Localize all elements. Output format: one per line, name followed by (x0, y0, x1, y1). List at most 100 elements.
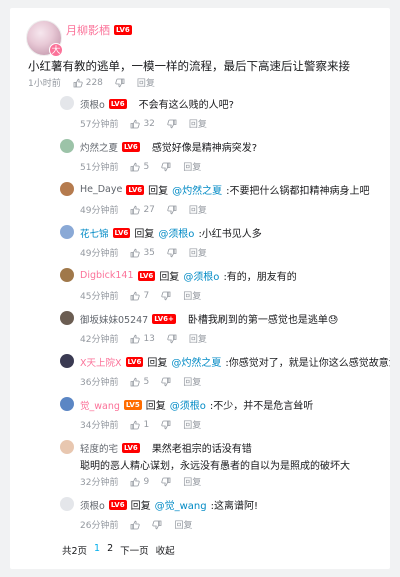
avatar[interactable] (60, 440, 74, 454)
reply-text: :你感觉对了，就是让你这么感觉故意演的 (225, 358, 390, 369)
reply-meta: 49分钟前 35 回复 (80, 246, 207, 260)
like-count: 228 (85, 77, 103, 88)
reply-username[interactable]: 须根o (80, 97, 105, 111)
reply-username[interactable]: 花七锦 (80, 226, 109, 240)
reply-time: 32分钟前 (80, 478, 119, 488)
mention-link[interactable]: @须根o (158, 225, 194, 240)
dislike-button[interactable] (115, 78, 125, 88)
dislike-button[interactable] (167, 205, 177, 215)
next-page-button[interactable]: 下一页 (120, 543, 149, 557)
dislike-button[interactable] (161, 477, 171, 487)
thumb-down-icon (161, 420, 171, 430)
reply-text-line2: 聪明的恶人精心谋划，永远没有愚者的自以为是照成的破坏大 (80, 461, 350, 472)
dislike-button[interactable] (167, 248, 177, 258)
like-button[interactable]: 5 (130, 162, 149, 172)
reply-prefix: 回复 (130, 501, 151, 512)
reply-meta: 36分钟前 5 回复 (80, 375, 201, 389)
thumb-up-icon (130, 162, 141, 172)
reply-username[interactable]: 觉_wang (80, 398, 120, 412)
reply-prefix: 回复 (159, 272, 180, 283)
mention-link[interactable]: @觉_wang (155, 497, 207, 512)
reply-button[interactable]: 回复 (189, 246, 207, 259)
level-badge: LV6 (108, 98, 127, 109)
comment-time: 1小时前 (28, 79, 61, 89)
reply-text: :不少，并不是危言耸听 (209, 401, 314, 412)
page-1-link[interactable]: 1 (94, 543, 100, 557)
reply-button[interactable]: 回复 (189, 117, 207, 130)
level-badge: LV6 (114, 25, 132, 35)
like-button[interactable]: 35 (130, 248, 155, 258)
reply-button[interactable]: 回复 (174, 518, 192, 531)
like-button[interactable]: 1 (130, 420, 149, 430)
avatar[interactable] (60, 397, 74, 411)
reply-text: 不会有这么贱的人吧? (138, 100, 234, 111)
reply-button[interactable]: 回复 (183, 475, 201, 488)
reply-username[interactable]: X天上院X (80, 355, 122, 369)
like-button[interactable]: 13 (130, 334, 155, 344)
collapse-button[interactable]: 收起 (156, 543, 175, 557)
avatar[interactable] (60, 182, 74, 196)
reply-button[interactable]: 回复 (183, 160, 201, 173)
reply-meta: 32分钟前 9 回复 (80, 475, 201, 489)
like-button[interactable]: 5 (130, 377, 149, 387)
mention-link[interactable]: @灼然之夏 (171, 354, 221, 369)
dislike-button[interactable] (167, 119, 177, 129)
avatar[interactable] (60, 96, 74, 110)
like-button[interactable]: 228 (73, 78, 103, 88)
avatar[interactable] (60, 311, 74, 325)
like-button[interactable]: 7 (130, 291, 149, 301)
avatar[interactable] (60, 354, 74, 368)
reply-username[interactable]: 须根o (80, 498, 105, 512)
dislike-button[interactable] (161, 291, 171, 301)
thumb-up-icon (130, 477, 141, 487)
reply-time: 42分钟前 (80, 335, 119, 345)
reply-prefix: 回复 (147, 358, 168, 369)
dislike-button[interactable] (161, 162, 171, 172)
avatar[interactable] (60, 268, 74, 282)
reply-username[interactable]: 轻度的宅 (80, 441, 118, 455)
main-username[interactable]: 月柳影栖 (66, 22, 110, 38)
avatar[interactable] (60, 225, 74, 239)
reply-username[interactable]: 御坂妹妹05247 (80, 312, 148, 326)
vip-badge-icon: 大 (49, 43, 63, 57)
reply-username[interactable]: He_Daye (80, 184, 122, 195)
thumb-down-icon (167, 248, 177, 258)
reply-button[interactable]: 回复 (183, 418, 201, 431)
reply-prefix: 回复 (148, 186, 169, 197)
reply-line: 灼然之夏 LV6 感觉好像是精神病突发? (80, 139, 257, 154)
level-badge: LV6 (137, 270, 156, 281)
reply-meta: 42分钟前 13 回复 (80, 332, 207, 346)
reply-button[interactable]: 回复 (137, 76, 155, 89)
thumb-up-icon (130, 420, 141, 430)
reply-time: 34分钟前 (80, 421, 119, 431)
reply-button[interactable]: 回复 (189, 203, 207, 216)
thumb-down-icon (161, 162, 171, 172)
like-button[interactable]: 32 (130, 119, 155, 129)
like-button[interactable]: 9 (130, 477, 149, 487)
dislike-button[interactable] (161, 420, 171, 430)
reply-username[interactable]: Digbick141 (80, 270, 134, 281)
page-2-link[interactable]: 2 (107, 543, 113, 557)
avatar[interactable] (60, 497, 74, 511)
like-button[interactable] (130, 520, 141, 530)
reply-text: :这离谱阿! (210, 501, 258, 512)
reply-meta: 45分钟前 7 回复 (80, 289, 201, 303)
mention-link[interactable]: @灼然之夏 (172, 182, 222, 197)
reply-text: 果然老祖宗的话没有错 (151, 444, 252, 455)
avatar[interactable] (60, 139, 74, 153)
mention-link[interactable]: @须根o (183, 268, 219, 283)
avatar[interactable]: 大 (26, 20, 63, 57)
dislike-button[interactable] (152, 520, 162, 530)
mention-link[interactable]: @须根o (170, 397, 206, 412)
reply-meta: 34分钟前 1 回复 (80, 418, 201, 432)
reply-text: :有的，朋友有的 (223, 272, 297, 283)
reply-line: X天上院XLV6回复 @灼然之夏 :你感觉对了，就是让你这么感觉故意演的 (80, 354, 390, 369)
reply-button[interactable]: 回复 (189, 332, 207, 345)
reply-line: 御坂妹妹05247 LV6+ 卧槽我刷到的第一感觉也是逃单😓 (80, 311, 338, 326)
dislike-button[interactable] (167, 334, 177, 344)
reply-button[interactable]: 回复 (183, 289, 201, 302)
dislike-button[interactable] (161, 377, 171, 387)
like-button[interactable]: 27 (130, 205, 155, 215)
reply-username[interactable]: 灼然之夏 (80, 140, 118, 154)
reply-button[interactable]: 回复 (183, 375, 201, 388)
